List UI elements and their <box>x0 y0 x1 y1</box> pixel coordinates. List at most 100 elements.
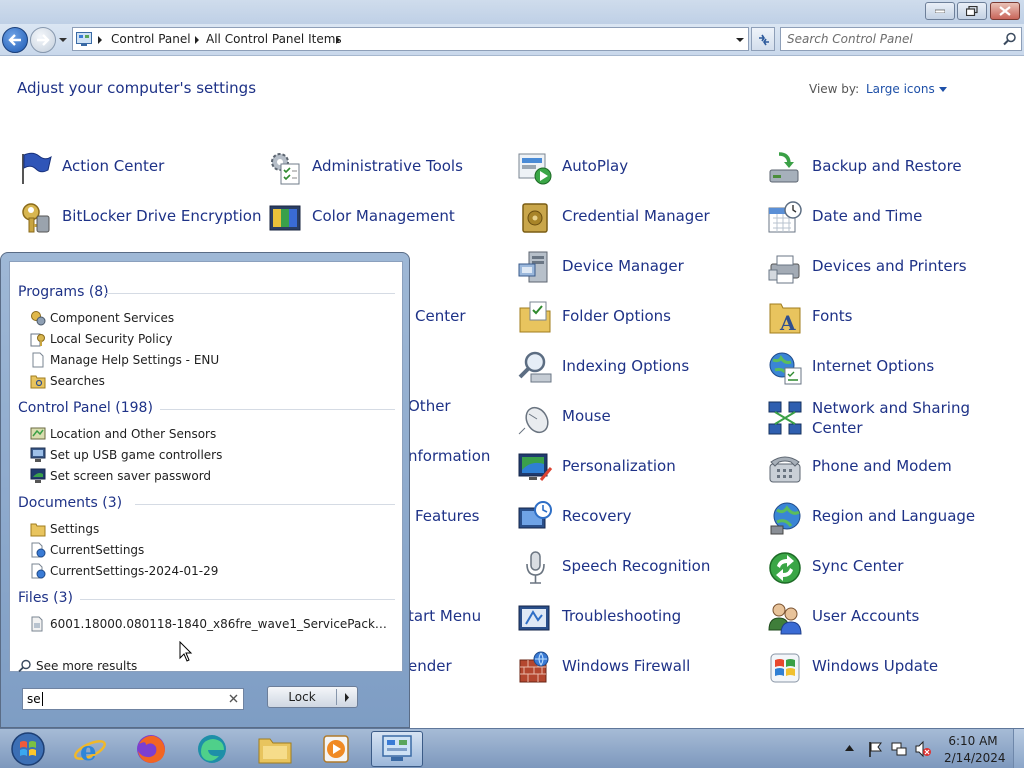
clock-time[interactable]: 6:10 AM <box>944 734 1002 748</box>
media-player-icon <box>323 735 349 763</box>
result-item[interactable]: CurrentSettings <box>30 541 390 561</box>
show-desktop-button[interactable] <box>1013 729 1024 768</box>
cp-item-fonts[interactable]: A Fonts <box>767 300 1007 340</box>
cp-item-user-accounts[interactable]: User Accounts <box>767 600 1007 640</box>
result-item[interactable]: Searches <box>30 372 390 392</box>
result-item[interactable]: Set screen saver password <box>30 467 390 487</box>
cp-item-device-manager[interactable]: Device Manager <box>517 250 757 290</box>
address-dropdown-icon[interactable] <box>735 37 745 43</box>
view-by-dropdown[interactable]: Large icons <box>866 82 947 96</box>
minimize-button[interactable] <box>925 2 955 20</box>
group-divider <box>105 293 395 294</box>
action-center-flag-icon[interactable] <box>866 740 884 758</box>
group-header-files[interactable]: Files (3) <box>18 590 73 606</box>
result-item[interactable]: 6001.18000.080118-1840_x86fre_wave1_Serv… <box>30 615 390 635</box>
breadcrumb-separator-icon[interactable] <box>194 36 200 44</box>
cp-item-sync-center[interactable]: Sync Center <box>767 550 1007 590</box>
close-button[interactable] <box>990 2 1020 20</box>
cp-item-folder-options[interactable]: Folder Options <box>517 300 757 340</box>
cp-item-action-center[interactable]: Action Center <box>17 150 257 190</box>
cp-item-personalization[interactable]: Personalization <box>517 450 757 490</box>
result-item[interactable]: Component Services <box>30 309 390 329</box>
cp-item-label: Device Manager <box>562 257 684 275</box>
search-control-panel-box[interactable] <box>780 27 1022 51</box>
taskbar-file-explorer[interactable] <box>249 731 301 767</box>
screen-saver-icon <box>30 468 46 483</box>
result-label: Settings <box>50 522 100 536</box>
result-item[interactable]: Local Security Policy <box>30 330 390 350</box>
cp-item-label: Windows Firewall <box>562 657 691 675</box>
cp-item-backup-and-restore[interactable]: Backup and Restore <box>767 150 1007 190</box>
start-search-input[interactable]: se <box>27 692 41 706</box>
address-bar[interactable]: Control Panel All Control Panel Items <box>72 27 749 51</box>
cp-item-indexing-options[interactable]: Indexing Options <box>517 350 757 390</box>
cp-item-recovery[interactable]: Recovery <box>517 500 757 540</box>
lock-button[interactable]: Lock <box>267 686 358 708</box>
group-header-control-panel[interactable]: Control Panel (198) <box>18 400 153 416</box>
arrow-right-icon <box>37 34 50 46</box>
cp-item-bitlocker[interactable]: BitLocker Drive Encryption <box>17 200 261 240</box>
breadcrumb-separator-icon[interactable] <box>97 36 103 44</box>
autoplay-icon <box>518 153 552 185</box>
taskbar-media-player[interactable] <box>310 731 362 767</box>
restore-button[interactable] <box>957 2 987 20</box>
internet-explorer-icon: e <box>74 737 106 766</box>
refresh-button[interactable] <box>751 27 775 51</box>
result-item[interactable]: Settings <box>30 520 390 540</box>
forward-button[interactable] <box>30 27 56 53</box>
result-item[interactable]: CurrentSettings-2024-01-29 <box>30 562 390 582</box>
cp-item-phone-and-modem[interactable]: Phone and Modem <box>767 450 1007 490</box>
breadcrumb-control-panel[interactable]: Control Panel <box>111 32 191 46</box>
group-divider <box>135 504 395 505</box>
folder-icon <box>258 738 292 764</box>
taskbar-internet-explorer[interactable]: e <box>64 731 116 767</box>
clock-date[interactable]: 2/14/2024 <box>944 751 1006 765</box>
result-item[interactable]: Manage Help Settings - ENU <box>30 351 390 371</box>
group-header-programs[interactable]: Programs (8) <box>18 284 109 300</box>
cp-item-internet-options[interactable]: Internet Options <box>767 350 1007 390</box>
result-item[interactable]: Set up USB game controllers <box>30 446 390 466</box>
cp-item-network-and-sharing[interactable]: Network and Sharing Center <box>767 399 1007 440</box>
folder-options-icon <box>519 301 551 333</box>
result-item[interactable]: Location and Other Sensors <box>30 425 390 445</box>
chevron-right-icon[interactable] <box>344 693 350 702</box>
taskbar-edge[interactable] <box>186 731 238 767</box>
cp-item-color-management[interactable]: Color Management <box>267 200 507 240</box>
title-bar[interactable] <box>0 0 1024 24</box>
volume-muted-icon[interactable] <box>914 740 932 758</box>
taskbar-firefox[interactable] <box>125 731 177 767</box>
cp-item-speech-recognition[interactable]: Speech Recognition <box>517 550 757 590</box>
cp-item-administrative-tools[interactable]: Administrative Tools <box>267 150 507 190</box>
cp-item-mouse[interactable]: Mouse <box>517 400 757 440</box>
breadcrumb-separator-icon[interactable] <box>335 36 341 44</box>
flag-icon <box>22 152 52 184</box>
cp-item-region-and-language[interactable]: Region and Language <box>767 500 1007 540</box>
clear-search-icon[interactable] <box>229 694 238 703</box>
cp-item-windows-firewall[interactable]: Windows Firewall <box>517 650 757 690</box>
recent-pages-dropdown-icon[interactable] <box>58 34 68 46</box>
cp-item-autoplay[interactable]: AutoPlay <box>517 150 757 190</box>
group-header-documents[interactable]: Documents (3) <box>18 495 122 511</box>
text-caret <box>42 692 43 706</box>
backup-icon <box>769 152 799 183</box>
cp-item-windows-update[interactable]: Windows Update <box>767 650 1007 690</box>
control-panel-icon <box>76 32 92 46</box>
cp-item-credential-manager[interactable]: Credential Manager <box>517 200 757 240</box>
taskbar-control-panel[interactable] <box>371 731 423 767</box>
cp-item-date-and-time[interactable]: Date and Time <box>767 200 1007 240</box>
search-input[interactable] <box>787 31 997 47</box>
settings-file-icon <box>31 563 46 579</box>
start-button[interactable] <box>2 731 54 767</box>
component-services-icon <box>31 311 46 326</box>
region-globe-icon <box>770 502 801 535</box>
cp-item-devices-and-printers[interactable]: Devices and Printers <box>767 250 1007 290</box>
network-icon[interactable] <box>890 740 908 758</box>
breadcrumb-all-items[interactable]: All Control Panel Items <box>206 32 342 46</box>
recovery-icon <box>518 501 552 529</box>
cp-item-troubleshooting[interactable]: Troubleshooting <box>517 600 757 640</box>
show-hidden-icons-icon[interactable] <box>845 745 854 751</box>
start-search-box[interactable]: se <box>22 688 244 710</box>
back-button[interactable] <box>2 27 28 53</box>
cp-item-label: Sync Center <box>812 557 904 575</box>
search-icon[interactable] <box>1003 32 1017 46</box>
